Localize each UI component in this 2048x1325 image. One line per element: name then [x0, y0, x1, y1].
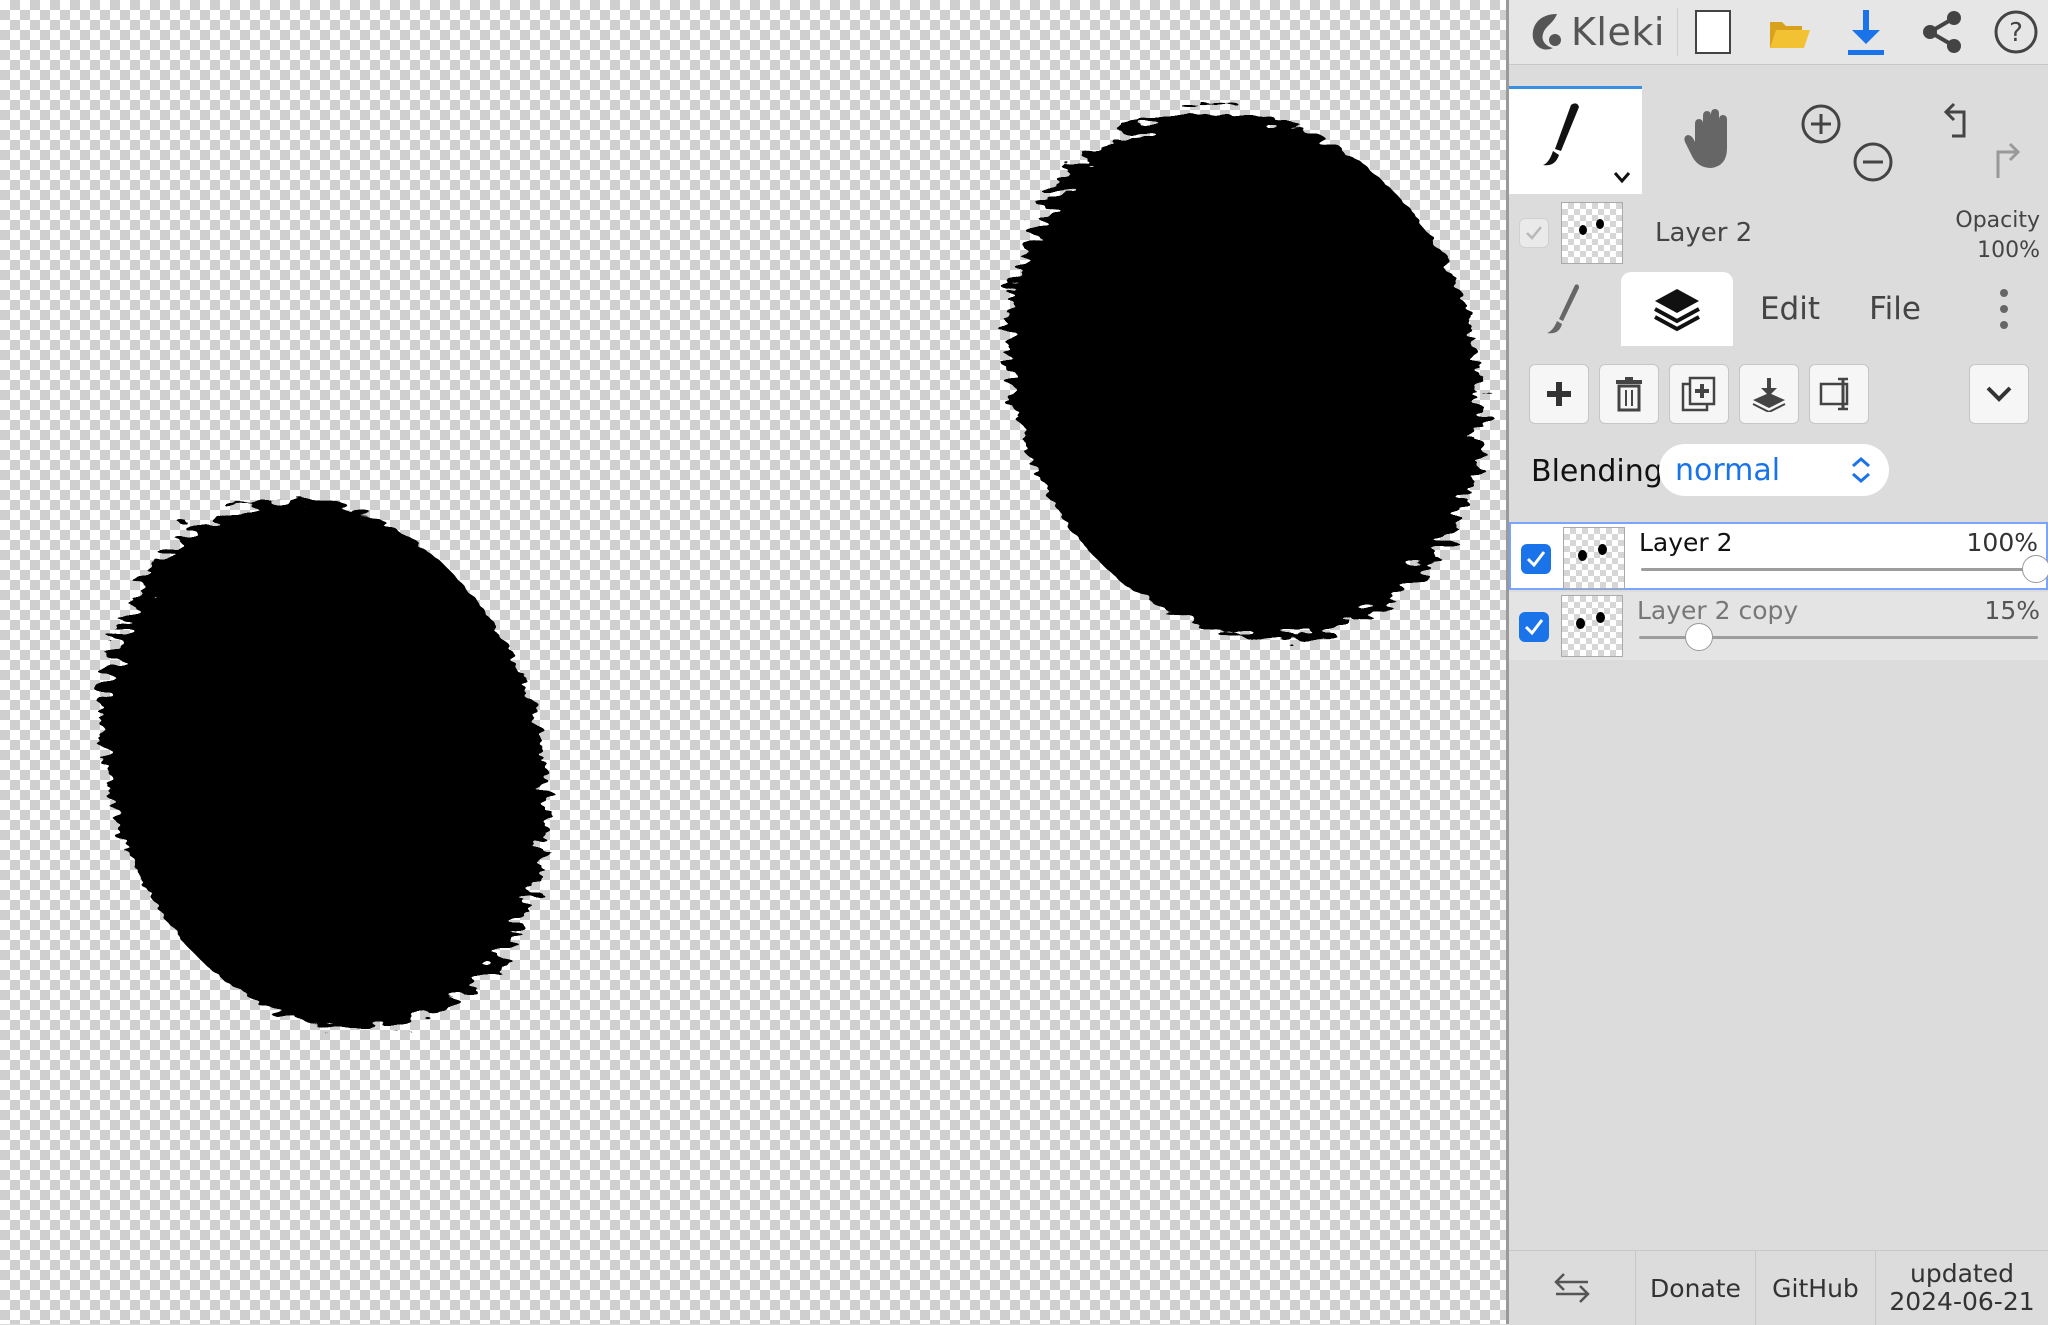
- swap-arrows-icon: [1554, 1273, 1590, 1303]
- merge-down-button[interactable]: [1739, 364, 1799, 424]
- tab-file[interactable]: File: [1845, 272, 1945, 346]
- layer-options-dropdown[interactable]: [1969, 364, 2029, 424]
- current-layer-name: Layer 2: [1655, 218, 1753, 248]
- more-menu-button[interactable]: [1969, 272, 2039, 346]
- new-image-button[interactable]: [1687, 6, 1741, 58]
- layer-row-layer-2-copy[interactable]: Layer 2 copy 15%: [1509, 592, 2048, 660]
- more-vertical-icon: [2000, 289, 2008, 329]
- redo-icon[interactable]: [1996, 142, 2020, 178]
- opacity-value: 100%: [1977, 238, 2040, 263]
- current-layer-opacity: Opacity 100%: [1955, 206, 2040, 266]
- blending-label: Blending: [1531, 454, 1663, 489]
- duplicate-icon: [1681, 376, 1716, 412]
- help-icon: ?: [1994, 10, 2038, 54]
- layer-thumbnail: [1563, 527, 1625, 589]
- add-layer-button[interactable]: [1529, 364, 1589, 424]
- slider-knob[interactable]: [2022, 555, 2048, 583]
- layer-opacity-slider[interactable]: [1639, 623, 2038, 651]
- app-name: Kleki: [1571, 10, 1665, 54]
- open-image-button[interactable]: [1763, 6, 1817, 58]
- trash-icon: [1616, 377, 1642, 412]
- merge-down-icon: [1752, 378, 1786, 412]
- share-button[interactable]: [1915, 6, 1969, 58]
- duplicate-layer-button[interactable]: [1669, 364, 1729, 424]
- checkmark-icon: [1526, 551, 1546, 568]
- history-icons: [1943, 102, 2020, 178]
- history-controls: [1915, 86, 2048, 194]
- rename-icon: [1819, 377, 1849, 411]
- delete-layer-button[interactable]: [1599, 364, 1659, 424]
- app-logo[interactable]: Kleki: [1527, 6, 1665, 58]
- tab-layers[interactable]: [1621, 272, 1733, 346]
- changelog-link[interactable]: updated 2024-06-21: [1875, 1251, 2048, 1325]
- kleki-logo-icon: [1532, 14, 1561, 50]
- brush-icon: [1547, 284, 1579, 334]
- layers-icon: [1654, 289, 1700, 332]
- layer-opacity-slider[interactable]: [1641, 555, 2048, 583]
- open-folder-icon: [1770, 22, 1810, 48]
- zoom-icons: [1801, 104, 1893, 182]
- layer-opacity: 100%: [1966, 528, 2038, 557]
- top-bar: Kleki ?: [1509, 0, 2048, 65]
- save-button[interactable]: [1839, 6, 1893, 58]
- help-button[interactable]: ?: [1989, 6, 2043, 58]
- download-icon: [1848, 10, 1884, 55]
- layer-thumbnail: [1561, 595, 1623, 657]
- github-link[interactable]: GitHub: [1755, 1251, 1875, 1325]
- hand-icon: [1684, 109, 1727, 168]
- layer-name: Layer 2: [1639, 528, 1733, 557]
- share-icon: [1923, 11, 1961, 53]
- brush-icon: [1543, 103, 1631, 184]
- updated-label: updated: [1910, 1259, 2014, 1288]
- brush-tool-button[interactable]: [1509, 86, 1642, 194]
- layer-opacity: 15%: [1984, 596, 2040, 625]
- swap-side-button[interactable]: [1509, 1251, 1635, 1325]
- blending-select[interactable]: normal: [1659, 444, 1889, 496]
- canvas-artwork: [102, 111, 1483, 1030]
- blending-value: normal: [1675, 452, 1781, 488]
- tool-row: [1509, 86, 2048, 194]
- zoom-in-icon[interactable]: [1801, 104, 1841, 144]
- chevron-down-icon: [1986, 386, 2012, 402]
- donate-link[interactable]: Donate: [1635, 1251, 1755, 1325]
- layer-visibility-checkbox[interactable]: [1519, 612, 1549, 642]
- side-panel: Kleki ? Layer 2 Opacity 100% Edit File B…: [1506, 0, 2048, 1325]
- panel-tabs: Edit File: [1509, 272, 2048, 346]
- drawing-canvas[interactable]: [0, 0, 1506, 1324]
- current-layer-thumbnail: [1561, 202, 1623, 264]
- opacity-label: Opacity: [1955, 208, 2040, 233]
- undo-icon[interactable]: [1943, 102, 1965, 138]
- new-image-icon: [1695, 10, 1731, 54]
- fur-blob-right: [1007, 111, 1483, 639]
- rename-layer-button[interactable]: [1809, 364, 1869, 424]
- hand-tool-button[interactable]: [1645, 86, 1777, 194]
- plus-icon: [1547, 382, 1571, 406]
- tab-brush[interactable]: [1509, 272, 1619, 346]
- layer-visibility-checkbox[interactable]: [1521, 544, 1551, 574]
- current-layer-visibility[interactable]: [1519, 218, 1549, 248]
- select-arrows-icon: [1852, 457, 1870, 483]
- current-layer-strip: Layer 2 Opacity 100%: [1509, 198, 2048, 268]
- zoom-controls: [1781, 86, 1913, 194]
- slider-knob[interactable]: [1684, 623, 1713, 651]
- footer-bar: Donate GitHub updated 2024-06-21: [1509, 1250, 2048, 1325]
- zoom-out-icon[interactable]: [1853, 142, 1893, 182]
- layer-row-layer-2[interactable]: Layer 2 100%: [1509, 522, 2048, 590]
- divider: [1677, 8, 1678, 56]
- updated-date: 2024-06-21: [1889, 1287, 2035, 1316]
- checkmark-icon: [1524, 619, 1544, 636]
- checkmark-icon: [1526, 226, 1542, 240]
- fur-blob-left: [102, 500, 548, 1030]
- svg-text:?: ?: [2009, 18, 2023, 48]
- tab-edit[interactable]: Edit: [1735, 272, 1845, 346]
- layer-name: Layer 2 copy: [1637, 596, 1799, 625]
